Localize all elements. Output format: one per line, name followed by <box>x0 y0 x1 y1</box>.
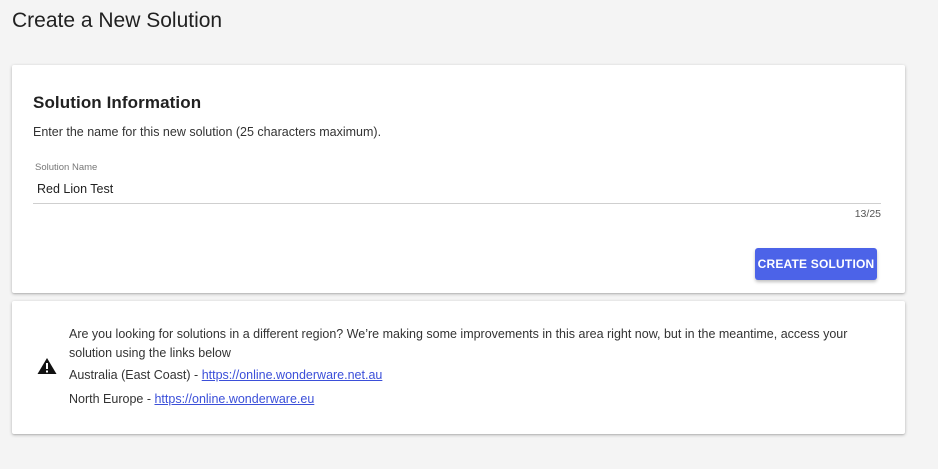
section-description: Enter the name for this new solution (25… <box>33 125 382 139</box>
region-label-australia: Australia (East Coast) - <box>69 368 202 382</box>
solution-name-field: Solution Name <box>33 162 881 204</box>
warning-icon <box>37 358 57 374</box>
section-title: Solution Information <box>33 93 202 112</box>
region-notice-card: Are you looking for solutions in a diffe… <box>12 301 905 434</box>
solution-name-input[interactable] <box>33 178 881 200</box>
region-notice-message: Are you looking for solutions in a diffe… <box>69 327 848 360</box>
create-solution-button[interactable]: CREATE SOLUTION <box>755 248 877 280</box>
region-link-row-north-europe: North Europe - https://online.wonderware… <box>69 392 314 406</box>
north-europe-region-link[interactable]: https://online.wonderware.eu <box>154 392 314 406</box>
australia-region-link[interactable]: https://online.wonderware.net.au <box>202 368 383 382</box>
region-label-north-europe: North Europe - <box>69 392 155 406</box>
page-title: Create a New Solution <box>12 9 223 32</box>
character-counter: 13/25 <box>854 208 881 220</box>
solution-name-label: Solution Name <box>35 162 98 173</box>
solution-information-card: Solution Information Enter the name for … <box>12 65 905 293</box>
region-link-row-australia: Australia (East Coast) - https://online.… <box>69 368 382 382</box>
